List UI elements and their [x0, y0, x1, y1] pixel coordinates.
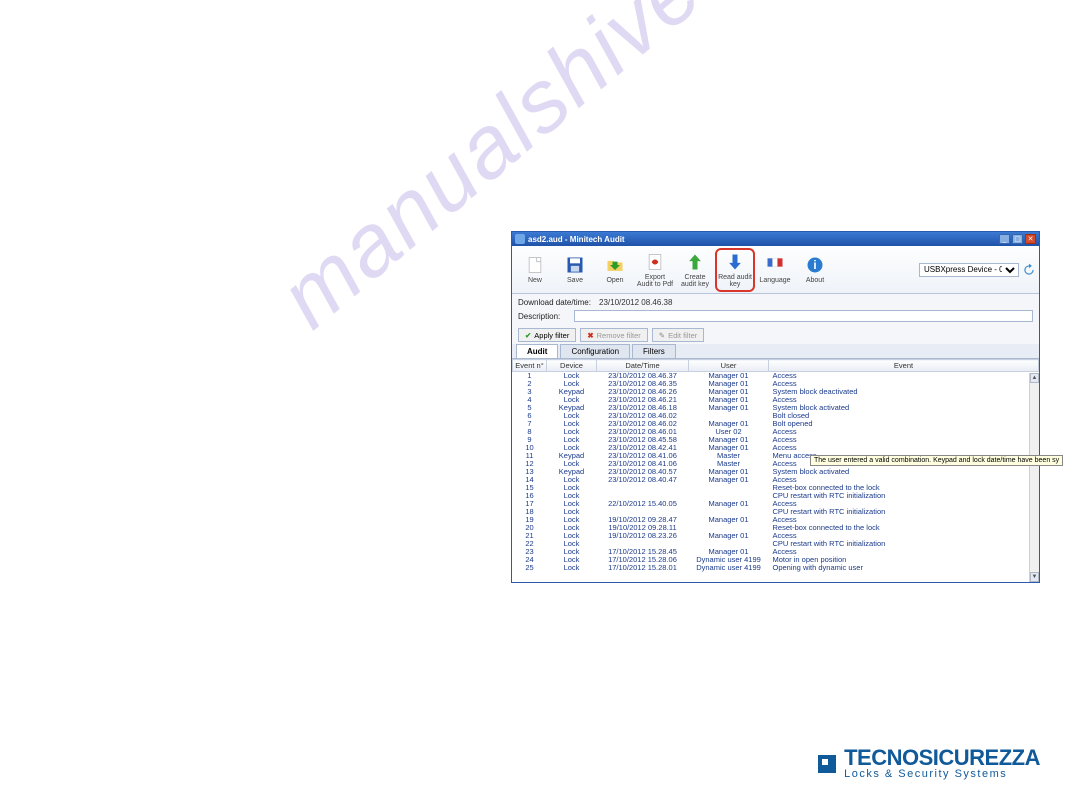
- col-event-n[interactable]: Event n°: [513, 360, 547, 372]
- save-icon: [565, 255, 585, 275]
- col-datetime[interactable]: Date/Time: [597, 360, 689, 372]
- table-row[interactable]: 10Lock23/10/2012 08.42.41Manager 01Acces…: [513, 444, 1039, 452]
- save-button[interactable]: Save: [555, 248, 595, 292]
- export-pdf-button[interactable]: Export Audit to Pdf: [635, 248, 675, 292]
- read-label: Read audit key: [718, 274, 752, 288]
- create-label: Create audit key: [681, 274, 709, 288]
- brand-tagline: Locks & Security Systems: [844, 769, 1040, 780]
- tab-configuration[interactable]: Configuration: [560, 344, 630, 358]
- close-button[interactable]: ✕: [1025, 234, 1036, 244]
- arrow-up-icon: [685, 252, 705, 272]
- filter-toolbar: Apply filter Remove filter Edit filter: [512, 326, 1039, 344]
- create-audit-key-button[interactable]: Create audit key: [675, 248, 715, 292]
- table-row[interactable]: 6Lock23/10/2012 08.46.02Bolt closed: [513, 412, 1039, 420]
- info-bar: Download date/time: 23/10/2012 08.46.38 …: [512, 294, 1039, 326]
- table-row[interactable]: 13Keypad23/10/2012 08.40.57Manager 01Sys…: [513, 468, 1039, 476]
- scroll-track[interactable]: [1030, 383, 1039, 572]
- open-icon: [605, 255, 625, 275]
- device-selector: USBXpress Device - 0: [919, 263, 1036, 277]
- new-button[interactable]: New: [515, 248, 555, 292]
- brand-name: TECNOSICUREZZA: [844, 747, 1040, 769]
- pdf-icon: [645, 252, 665, 272]
- export-label: Export Audit to Pdf: [637, 274, 673, 288]
- logo-square-icon: [818, 755, 836, 773]
- info-icon: i: [805, 255, 825, 275]
- maximize-button[interactable]: ▢: [1012, 234, 1023, 244]
- table-row[interactable]: 22LockCPU restart with RTC initializatio…: [513, 540, 1039, 548]
- open-button[interactable]: Open: [595, 248, 635, 292]
- device-dropdown[interactable]: USBXpress Device - 0: [919, 263, 1019, 277]
- table-row[interactable]: 18LockCPU restart with RTC initializatio…: [513, 508, 1039, 516]
- table-row[interactable]: 3Keypad23/10/2012 08.46.26Manager 01Syst…: [513, 388, 1039, 396]
- table-row[interactable]: 25Lock17/10/2012 15.28.01Dynamic user 41…: [513, 564, 1039, 572]
- table-row[interactable]: 8Lock23/10/2012 08.46.01User 02Access: [513, 428, 1039, 436]
- tab-filters[interactable]: Filters: [632, 344, 676, 358]
- arrow-down-icon: [725, 252, 745, 272]
- remove-filter-button[interactable]: Remove filter: [580, 328, 647, 342]
- grid-tooltip: The user entered a valid combination. Ke…: [810, 455, 1063, 466]
- apply-filter-button[interactable]: Apply filter: [518, 328, 576, 342]
- col-device[interactable]: Device: [547, 360, 597, 372]
- svg-text:i: i: [813, 259, 816, 272]
- table-row[interactable]: 7Lock23/10/2012 08.46.02Manager 01Bolt o…: [513, 420, 1039, 428]
- table-row[interactable]: 21Lock19/10/2012 08.23.26Manager 01Acces…: [513, 532, 1039, 540]
- table-row[interactable]: 9Lock23/10/2012 08.45.58Manager 01Access: [513, 436, 1039, 444]
- read-audit-key-button[interactable]: Read audit key: [715, 248, 755, 292]
- scroll-up-arrow[interactable]: ▲: [1030, 373, 1039, 383]
- table-row[interactable]: 20Lock19/10/2012 09.28.11Reset-box conne…: [513, 524, 1039, 532]
- table-row[interactable]: 5Keypad23/10/2012 08.46.18Manager 01Syst…: [513, 404, 1039, 412]
- description-label: Description:: [518, 312, 568, 321]
- app-window: asd2.aud - Minitech Audit _ ▢ ✕ New Save…: [511, 231, 1040, 583]
- table-row[interactable]: 17Lock22/10/2012 15.40.05Manager 01Acces…: [513, 500, 1039, 508]
- table-row[interactable]: 1Lock23/10/2012 08.46.37Manager 01Access: [513, 372, 1039, 381]
- table-row[interactable]: 23Lock17/10/2012 15.28.45Manager 01Acces…: [513, 548, 1039, 556]
- tab-audit[interactable]: Audit: [516, 344, 558, 358]
- save-label: Save: [567, 277, 583, 284]
- minimize-button[interactable]: _: [999, 234, 1010, 244]
- refresh-icon[interactable]: [1022, 263, 1036, 277]
- table-row[interactable]: 19Lock19/10/2012 09.28.47Manager 01Acces…: [513, 516, 1039, 524]
- title-bar[interactable]: asd2.aud - Minitech Audit _ ▢ ✕: [512, 232, 1039, 246]
- scroll-down-arrow[interactable]: ▼: [1030, 572, 1039, 582]
- footer-logo: TECNOSICUREZZA Locks & Security Systems: [818, 747, 1040, 780]
- table-row[interactable]: 16LockCPU restart with RTC initializatio…: [513, 492, 1039, 500]
- table-row[interactable]: 14Lock23/10/2012 08.40.47Manager 01Acces…: [513, 476, 1039, 484]
- audit-grid: Event n° Device Date/Time User Event 1Lo…: [512, 359, 1039, 582]
- col-user[interactable]: User: [689, 360, 769, 372]
- edit-filter-button[interactable]: Edit filter: [652, 328, 704, 342]
- window-title: asd2.aud - Minitech Audit: [528, 235, 997, 244]
- grid-scrollbar[interactable]: ▲ ▼: [1029, 373, 1039, 582]
- language-button[interactable]: Language: [755, 248, 795, 292]
- app-icon: [515, 234, 525, 244]
- new-label: New: [528, 277, 542, 284]
- flag-icon: [765, 255, 785, 275]
- table-row[interactable]: 15LockReset-box connected to the lock: [513, 484, 1039, 492]
- description-input[interactable]: [574, 310, 1033, 322]
- table-row[interactable]: 24Lock17/10/2012 15.28.06Dynamic user 41…: [513, 556, 1039, 564]
- about-button[interactable]: i About: [795, 248, 835, 292]
- open-label: Open: [606, 277, 623, 284]
- col-event[interactable]: Event: [769, 360, 1039, 372]
- new-icon: [525, 255, 545, 275]
- download-datetime-label: Download date/time:: [518, 298, 593, 307]
- about-label: About: [806, 277, 824, 284]
- toolbar: New Save Open Export Audit to Pdf Create…: [512, 246, 1039, 294]
- table-row[interactable]: 2Lock23/10/2012 08.46.35Manager 01Access: [513, 380, 1039, 388]
- lang-label: Language: [759, 277, 790, 284]
- table-row[interactable]: 4Lock23/10/2012 08.46.21Manager 01Access: [513, 396, 1039, 404]
- tab-strip: Audit Configuration Filters: [512, 344, 1039, 359]
- download-datetime-value: 23/10/2012 08.46.38: [599, 298, 672, 307]
